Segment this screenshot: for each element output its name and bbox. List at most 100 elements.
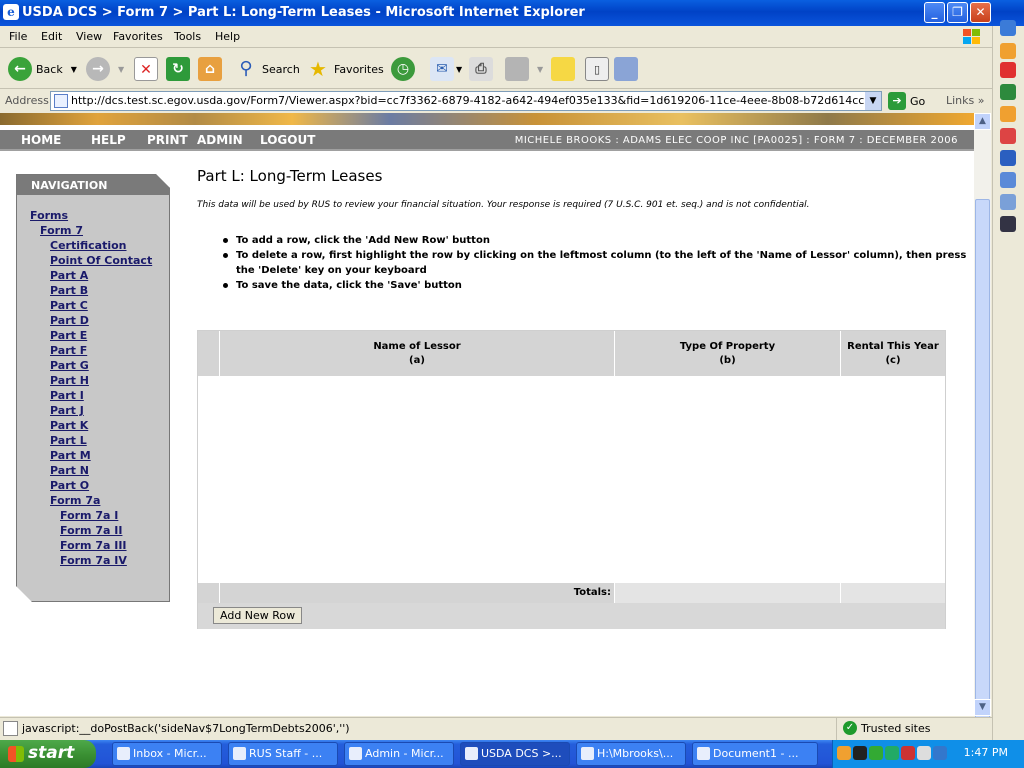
menu-edit[interactable]: Edit <box>41 30 62 43</box>
scroll-thumb[interactable] <box>975 199 990 727</box>
powerpoint-icon[interactable] <box>1000 62 1016 78</box>
refresh-button[interactable]: ↻ <box>166 55 190 83</box>
column-header-property-type[interactable]: Type Of Property (b) <box>615 331 841 376</box>
network-icon[interactable] <box>1000 194 1016 210</box>
printer-icon: ⎙ <box>469 57 493 81</box>
maximize-button[interactable]: ❐ <box>947 2 968 23</box>
word-icon[interactable] <box>1000 150 1016 166</box>
outlook-icon[interactable] <box>1000 106 1016 122</box>
nav-link-form-7a-iv[interactable]: Form 7a IV <box>60 554 127 567</box>
access-icon[interactable] <box>1000 128 1016 144</box>
home-icon: ⌂ <box>198 57 222 81</box>
nav-link-part-a[interactable]: Part A <box>50 269 88 282</box>
nav-help[interactable]: HELP <box>91 133 126 147</box>
security-tray-icon[interactable] <box>901 746 915 760</box>
stop-icon: ✕ <box>134 57 158 81</box>
back-button[interactable]: ← Back ▼ <box>8 55 77 83</box>
add-new-row-button[interactable]: Add New Row <box>213 607 303 624</box>
volume-tray-icon[interactable] <box>917 746 931 760</box>
favorites-button[interactable]: ★ Favorites <box>306 55 384 83</box>
task-admin[interactable]: Admin - Micr... <box>344 742 454 766</box>
address-input[interactable]: http://dcs.test.sc.egov.usda.gov/Form7/V… <box>50 91 882 111</box>
nav-home[interactable]: HOME <box>21 133 61 147</box>
nav-link-part-m[interactable]: Part M <box>50 449 91 462</box>
task-inbox[interactable]: Inbox - Micr... <box>112 742 222 766</box>
nav-link-part-g[interactable]: Part G <box>50 359 89 372</box>
nav-link-part-h[interactable]: Part H <box>50 374 89 387</box>
clock-tray-icon[interactable] <box>837 746 851 760</box>
nav-link-form-7a-i[interactable]: Form 7a I <box>60 509 118 522</box>
edit-button[interactable]: ▼ <box>505 55 543 83</box>
search-icon: ⚲ <box>239 58 253 79</box>
minimize-button[interactable]: _ <box>924 2 945 23</box>
nav-link-part-n[interactable]: Part N <box>50 464 89 477</box>
close-button[interactable]: ✕ <box>970 2 991 23</box>
windows-flag-icon <box>960 27 984 47</box>
nav-link-form-7a-ii[interactable]: Form 7a II <box>60 524 122 537</box>
totals-property-type-cell <box>615 583 841 603</box>
print-button[interactable]: ⎙ <box>469 55 493 83</box>
discuss-button[interactable] <box>551 55 575 83</box>
ie-icon-2[interactable] <box>1000 172 1016 188</box>
menu-tools[interactable]: Tools <box>174 30 201 43</box>
start-button[interactable]: start <box>0 740 96 768</box>
nav-logout[interactable]: LOGOUT <box>260 133 315 147</box>
nav-link-certification[interactable]: Certification <box>50 239 127 252</box>
update-tray-icon[interactable] <box>885 746 899 760</box>
nav-link-part-k[interactable]: Part K <box>50 419 88 432</box>
mail-button[interactable]: ✉ ▼ <box>430 55 462 83</box>
task-rus-staff[interactable]: RUS Staff - ... <box>228 742 338 766</box>
nav-link-point-of-contact[interactable]: Point Of Contact <box>50 254 152 267</box>
column-header-rental[interactable]: Rental This Year (c) <box>841 331 945 376</box>
clock-icon[interactable] <box>1000 43 1016 59</box>
nav-admin[interactable]: ADMIN <box>197 133 243 147</box>
forward-button[interactable]: → ▼ <box>86 55 124 83</box>
media-player-icon[interactable] <box>1000 216 1016 232</box>
messenger-button[interactable]: ▯ <box>585 55 609 83</box>
nav-link-forms[interactable]: Forms <box>30 209 68 222</box>
nav-link-part-o[interactable]: Part O <box>50 479 89 492</box>
nav-link-form-7a-iii[interactable]: Form 7a III <box>60 539 127 552</box>
chevron-down-icon[interactable]: ▼ <box>71 65 77 74</box>
vertical-scrollbar[interactable]: ▲ ▼ <box>974 113 991 727</box>
nav-link-form-7a[interactable]: Form 7a <box>50 494 100 507</box>
menu-file[interactable]: File <box>9 30 27 43</box>
home-button[interactable]: ⌂ <box>198 55 222 83</box>
chevron-down-icon: ▼ <box>456 64 463 74</box>
task-mbrooks-folder[interactable]: H:\Mbrooks\... <box>576 742 686 766</box>
research-icon <box>614 57 638 81</box>
column-header-lessor[interactable]: Name of Lessor (a) <box>220 331 615 376</box>
address-dropdown[interactable]: ▼ <box>865 92 881 110</box>
task-usda-dcs[interactable]: USDA DCS >... <box>460 742 570 766</box>
nav-link-part-c[interactable]: Part C <box>50 299 88 312</box>
nav-link-part-b[interactable]: Part B <box>50 284 88 297</box>
navigation-header: NAVIGATION <box>17 175 170 195</box>
excel-icon[interactable] <box>1000 84 1016 100</box>
menu-favorites[interactable]: Favorites <box>113 30 163 43</box>
ie-icon[interactable] <box>1000 20 1016 36</box>
nav-link-form-7[interactable]: Form 7 <box>40 224 83 237</box>
scroll-down-button[interactable]: ▼ <box>974 699 991 716</box>
links-button[interactable]: Links » <box>946 94 985 107</box>
task-document1[interactable]: Document1 - ... <box>692 742 818 766</box>
messenger-tray-icon[interactable] <box>933 746 947 760</box>
nav-link-part-e[interactable]: Part E <box>50 329 87 342</box>
nav-link-part-l[interactable]: Part L <box>50 434 87 447</box>
site-nav-bar: HOME HELP PRINT ADMIN LOGOUT MICHELE BRO… <box>0 130 974 151</box>
network-tray-icon[interactable] <box>853 746 867 760</box>
stop-button[interactable]: ✕ <box>134 55 158 83</box>
menu-view[interactable]: View <box>76 30 102 43</box>
instructions-list: To add a row, click the 'Add New Row' bu… <box>221 233 974 293</box>
antivirus-tray-icon[interactable] <box>869 746 883 760</box>
menu-help[interactable]: Help <box>215 30 240 43</box>
search-button[interactable]: ⚲ Search <box>234 55 299 83</box>
nav-link-part-i[interactable]: Part I <box>50 389 84 402</box>
nav-link-part-f[interactable]: Part F <box>50 344 87 357</box>
nav-link-part-j[interactable]: Part J <box>50 404 84 417</box>
research-button[interactable] <box>614 55 638 83</box>
nav-link-part-d[interactable]: Part D <box>50 314 89 327</box>
history-button[interactable]: ◷ <box>391 55 415 83</box>
scroll-up-button[interactable]: ▲ <box>974 113 991 130</box>
go-button[interactable]: ➔ Go <box>888 92 925 110</box>
nav-print[interactable]: PRINT <box>147 133 188 147</box>
